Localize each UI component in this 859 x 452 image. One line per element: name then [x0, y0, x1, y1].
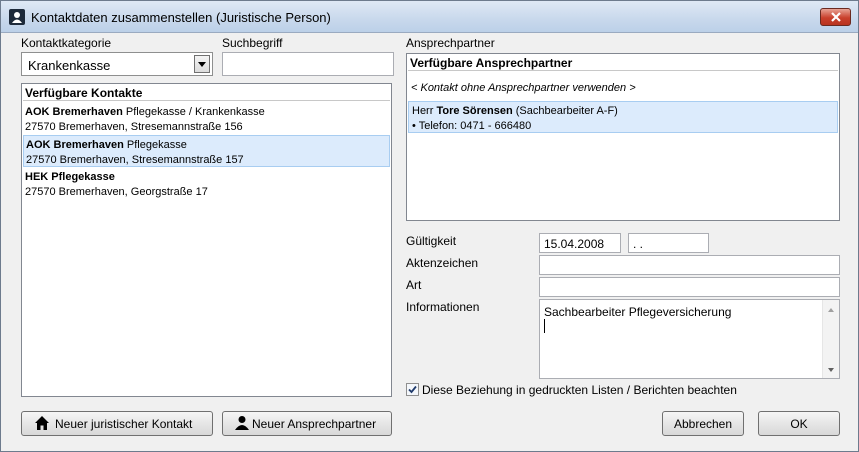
new-partner-button[interactable]: Neuer Ansprechpartner: [222, 411, 392, 436]
dialog-window: Kontaktdaten zusammenstellen (Juristisch…: [0, 0, 859, 452]
contact-type: Pflegekasse / Krankenkasse: [125, 106, 265, 118]
new-legal-contact-label: Neuer juristischer Kontakt: [55, 417, 193, 431]
file-ref-label: Aktenzeichen: [406, 256, 479, 270]
contact-item[interactable]: HEK Pflegekasse 27570 Bremerhaven, Georg…: [23, 168, 390, 200]
contacts-list[interactable]: Verfügbare Kontakte AOK Bremerhaven Pfle…: [21, 83, 392, 397]
search-label: Suchbegriff: [222, 36, 283, 50]
info-textarea[interactable]: Sachbearbeiter Pflegeversicherung: [539, 299, 840, 379]
person-card-icon: [9, 9, 25, 25]
partner-list[interactable]: Verfügbare Ansprechpartner < Kontakt ohn…: [406, 53, 840, 221]
validity-label: Gültigkeit: [406, 234, 457, 248]
partner-list-header: Verfügbare Ansprechpartner: [408, 55, 838, 71]
house-icon: [35, 416, 49, 430]
partner-none-option[interactable]: < Kontakt ohne Ansprechpartner verwenden…: [411, 82, 636, 94]
new-legal-contact-button[interactable]: Neuer juristischer Kontakt: [21, 411, 213, 436]
print-checkbox-label[interactable]: Diese Beziehung in gedruckten Listen / B…: [422, 383, 737, 397]
type-label: Art: [406, 278, 422, 292]
category-dropdown-button[interactable]: [194, 55, 210, 73]
validity-to-input[interactable]: . .: [628, 233, 709, 253]
close-icon: [830, 12, 841, 22]
window-title: Kontaktdaten zusammenstellen (Juristisch…: [31, 10, 331, 25]
search-input[interactable]: [222, 52, 394, 76]
ok-label: OK: [790, 417, 808, 431]
contact-name: HEK Pflegekasse: [25, 171, 115, 183]
contact-address: 27570 Bremerhaven, Georgstraße 17: [25, 186, 208, 198]
validity-from-input[interactable]: 15.04.2008: [539, 233, 621, 253]
info-label: Informationen: [406, 300, 480, 314]
checkmark-icon: [408, 385, 417, 394]
contact-address: 27570 Bremerhaven, Stresemannstraße 156: [25, 121, 243, 133]
ok-button[interactable]: OK: [758, 411, 840, 436]
new-partner-label: Neuer Ansprechpartner: [252, 417, 377, 431]
file-ref-input[interactable]: [539, 255, 840, 275]
category-label: Kontaktkategorie: [21, 36, 112, 50]
scroll-down-icon[interactable]: [826, 366, 836, 374]
category-value: Krankenkasse: [28, 58, 111, 73]
cancel-label: Abbrechen: [673, 417, 733, 431]
scroll-up-icon[interactable]: [826, 306, 836, 314]
validity-from-value: 15.04.2008: [544, 237, 605, 251]
partner-role: (Sachbearbeiter A-F): [515, 105, 618, 117]
type-input[interactable]: [539, 277, 840, 297]
person-icon: [235, 416, 249, 430]
partner-phone: • Telefon: 0471 - 666480: [412, 120, 532, 132]
contact-type: Pflegekasse: [126, 139, 187, 151]
partner-label: Ansprechpartner: [406, 36, 495, 50]
close-button[interactable]: [820, 8, 851, 26]
info-value: Sachbearbeiter Pflegeversicherung: [544, 305, 732, 319]
text-caret: [544, 319, 545, 333]
print-checkbox[interactable]: [406, 383, 419, 396]
chevron-down-icon: [198, 62, 206, 67]
cancel-button[interactable]: Abbrechen: [662, 411, 744, 436]
validity-to-value: . .: [633, 237, 644, 251]
contact-address: 27570 Bremerhaven, Stresemannstraße 157: [26, 154, 244, 166]
partner-salutation: Herr: [412, 105, 434, 117]
partner-item-selected[interactable]: Herr Tore Sörensen (Sachbearbeiter A-F) …: [408, 101, 838, 133]
contact-item-selected[interactable]: AOK Bremerhaven Pflegekasse 27570 Bremer…: [23, 135, 390, 167]
partner-name: Tore Sörensen: [436, 105, 513, 117]
contact-name: AOK Bremerhaven: [25, 106, 123, 118]
info-scrollbar[interactable]: [822, 300, 839, 378]
contacts-list-header: Verfügbare Kontakte: [23, 85, 390, 101]
title-bar[interactable]: Kontaktdaten zusammenstellen (Juristisch…: [1, 1, 858, 33]
contact-name: AOK Bremerhaven: [26, 139, 124, 151]
contact-item[interactable]: AOK Bremerhaven Pflegekasse / Krankenkas…: [23, 103, 390, 135]
category-select[interactable]: Krankenkasse: [21, 52, 213, 76]
